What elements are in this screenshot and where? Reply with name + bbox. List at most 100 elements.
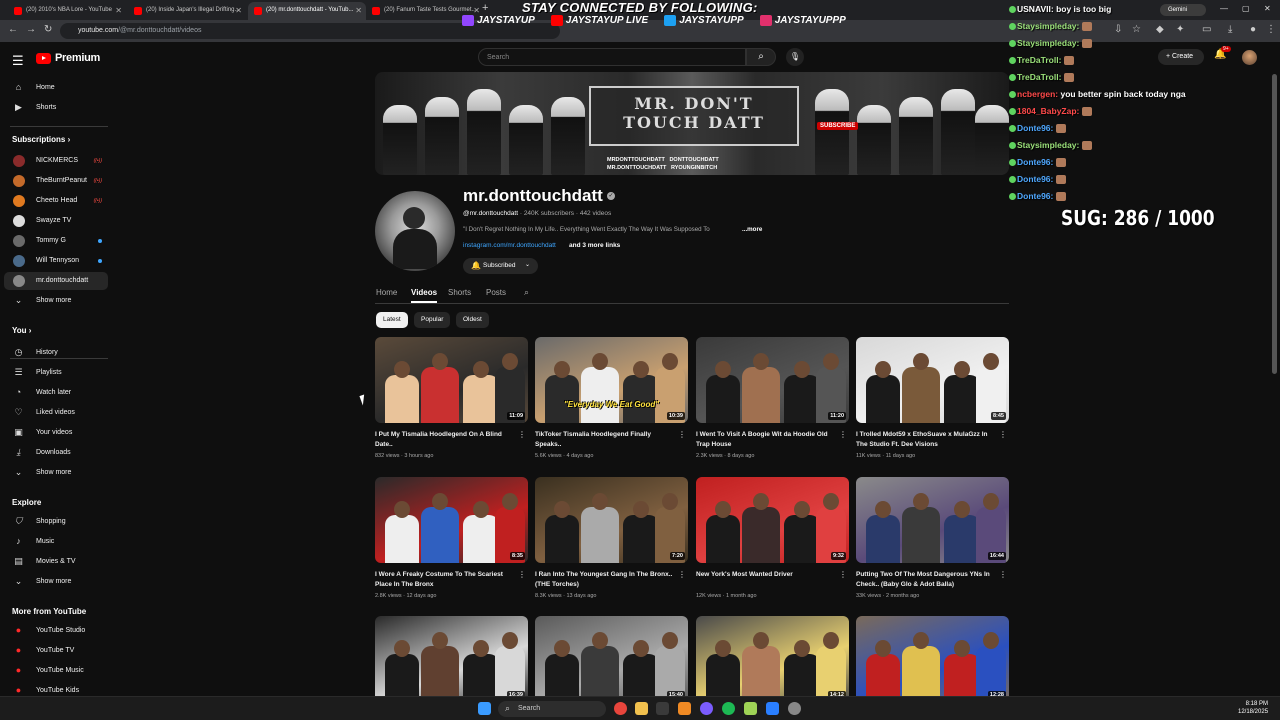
close-tab-icon[interactable]: ✕ bbox=[115, 6, 122, 15]
channel-description[interactable]: "I Don't Regret Nothing In My Life.. Eve… bbox=[463, 226, 710, 233]
tab-home[interactable]: Home bbox=[376, 288, 397, 297]
video-thumbnail[interactable]: 7:20 bbox=[535, 477, 688, 563]
subscriptions-header[interactable]: Subscriptions › bbox=[12, 135, 70, 144]
video-title[interactable]: I Ran Into The Youngest Gang In The Bron… bbox=[535, 570, 675, 589]
windows-start-icon[interactable] bbox=[478, 702, 491, 715]
browser-tab[interactable]: (20) 2010's NBA Lore - YouTube ✕ bbox=[8, 2, 126, 20]
microphone-icon[interactable]: 🎙 bbox=[786, 48, 804, 66]
settings-gear-icon[interactable] bbox=[788, 702, 801, 715]
chip-popular[interactable]: Popular bbox=[414, 312, 451, 328]
sidebar-item-youtube-tv[interactable]: ● YouTube TV bbox=[4, 642, 108, 660]
sidebar-subscription[interactable]: TheBurntPeanut ((•)) bbox=[4, 172, 108, 190]
sidebar-item-watch-later[interactable]: ◔ Watch later bbox=[4, 384, 108, 402]
sidebar-subscription[interactable]: Tommy G bbox=[4, 232, 108, 250]
sidebar-subscription[interactable]: NICKMERCS ((•)) bbox=[4, 152, 108, 170]
more-options-icon[interactable]: ⋮ bbox=[839, 570, 847, 579]
video-title[interactable]: New York's Most Wanted Driver bbox=[696, 570, 836, 589]
page-scrollbar[interactable] bbox=[1272, 74, 1277, 374]
video-title[interactable]: I Trolled Mdot59 x EthoSuave x MulaGzz I… bbox=[856, 430, 996, 449]
chrome-icon[interactable] bbox=[614, 702, 627, 715]
app-icon[interactable] bbox=[766, 702, 779, 715]
sidebar-item-playlists[interactable]: ☰ Playlists bbox=[4, 364, 108, 382]
video-title[interactable]: I Put My Tismalia Hoodlegend On A Blind … bbox=[375, 430, 515, 449]
tab-posts[interactable]: Posts bbox=[486, 288, 506, 297]
browser-tab[interactable]: (20) Inside Japan's Illegal Drifting... ✕ bbox=[128, 2, 246, 20]
show-more-button[interactable]: ⌄ Show more bbox=[4, 292, 108, 310]
sidebar-subscription[interactable]: Cheeto Head ((•)) bbox=[4, 192, 108, 210]
video-thumbnail[interactable]: 8:35 bbox=[375, 477, 528, 563]
back-icon[interactable]: ← bbox=[8, 24, 18, 35]
more-options-icon[interactable]: ⋮ bbox=[839, 430, 847, 439]
video-thumbnail[interactable]: 16:44 bbox=[856, 477, 1009, 563]
chip-oldest[interactable]: Oldest bbox=[456, 312, 489, 328]
video-thumbnail[interactable]: 8:45 bbox=[856, 337, 1009, 423]
more-options-icon[interactable]: ⋮ bbox=[999, 570, 1007, 579]
channel-avatar[interactable] bbox=[375, 191, 455, 271]
video-title[interactable]: TikToker Tismalia Hoodlegend Finally Spe… bbox=[535, 430, 675, 449]
download-icon[interactable]: ⤓ bbox=[1228, 24, 1232, 35]
sidebar-item-youtube-studio[interactable]: ● YouTube Studio bbox=[4, 622, 108, 640]
gemini-button[interactable]: Gemini bbox=[1160, 4, 1206, 16]
sidebar-item-shorts[interactable]: ▶ Shorts bbox=[4, 99, 108, 117]
forward-icon[interactable]: → bbox=[26, 24, 36, 35]
spotify-icon[interactable] bbox=[722, 702, 735, 715]
sidepanel-icon[interactable]: ▭ bbox=[1202, 24, 1211, 35]
sidebar-subscription[interactable]: Swayze TV bbox=[4, 212, 108, 230]
search-input[interactable]: Search bbox=[478, 48, 746, 66]
video-thumbnail[interactable]: "Everyday We Eat Good" 10:39 bbox=[535, 337, 688, 423]
sidebar-item-history[interactable]: ◷ History bbox=[4, 344, 108, 362]
profile-icon[interactable]: ● bbox=[1250, 24, 1256, 35]
you-header[interactable]: You › bbox=[12, 326, 31, 335]
more-options-icon[interactable]: ⋮ bbox=[518, 570, 526, 579]
close-tab-icon[interactable]: ✕ bbox=[235, 6, 242, 15]
video-thumbnail[interactable]: 15:40 bbox=[535, 616, 688, 702]
sidebar-item-home[interactable]: ⌂ Home bbox=[4, 79, 108, 97]
mail-icon[interactable] bbox=[656, 702, 669, 715]
file-explorer-icon[interactable] bbox=[635, 702, 648, 715]
video-thumbnail[interactable]: 16:39 bbox=[375, 616, 528, 702]
video-title[interactable]: I Went To Visit A Boogie Wit da Hoodie O… bbox=[696, 430, 836, 449]
search-icon[interactable]: ⌕ bbox=[746, 48, 776, 66]
subscribed-button[interactable]: 🔔 Subscribed ⌄ bbox=[463, 258, 538, 274]
sidebar-item-your-videos[interactable]: ▣ Your videos bbox=[4, 424, 108, 442]
sidebar-subscription[interactable]: mr.donttouchdatt bbox=[4, 272, 108, 290]
avatar[interactable] bbox=[1242, 50, 1257, 65]
install-app-icon[interactable]: ⇩ bbox=[1114, 24, 1122, 35]
extensions-puzzle-icon[interactable]: ✦ bbox=[1176, 24, 1184, 35]
channel-instagram-link[interactable]: instagram.com/mr.donttouchdatt bbox=[463, 242, 556, 249]
hamburger-menu-icon[interactable]: ☰ bbox=[12, 53, 24, 69]
video-title[interactable]: Putting Two Of The Most Dangerous YNs In… bbox=[856, 570, 996, 589]
browser-menu-icon[interactable]: ⋮ bbox=[1266, 24, 1276, 35]
close-window-icon[interactable]: ✕ bbox=[1264, 4, 1271, 13]
sidebar-item-show-more[interactable]: ⌄ Show more bbox=[4, 464, 108, 482]
more-options-icon[interactable]: ⋮ bbox=[518, 430, 526, 439]
reload-icon[interactable]: ↻ bbox=[44, 24, 52, 35]
more-links-link[interactable]: and 3 more links bbox=[569, 242, 620, 249]
video-thumbnail[interactable]: 14:12 bbox=[696, 616, 849, 702]
app-icon[interactable] bbox=[744, 702, 757, 715]
taskbar-search[interactable]: ⌕ Search bbox=[498, 701, 606, 717]
extension-icon[interactable]: ◆ bbox=[1156, 24, 1164, 35]
sidebar-item-liked-videos[interactable]: ♡ Liked videos bbox=[4, 404, 108, 422]
create-button[interactable]: + Create bbox=[1158, 49, 1204, 65]
youtube-premium-logo[interactable]: Premium bbox=[36, 52, 100, 64]
video-thumbnail[interactable]: 11:09 bbox=[375, 337, 528, 423]
sidebar-item-downloads[interactable]: ⤓ Downloads bbox=[4, 444, 108, 462]
video-thumbnail[interactable]: 9:32 bbox=[696, 477, 849, 563]
more-options-icon[interactable]: ⋮ bbox=[678, 430, 686, 439]
tab-shorts[interactable]: Shorts bbox=[448, 288, 471, 297]
minimize-icon[interactable]: — bbox=[1220, 4, 1228, 13]
more-options-icon[interactable]: ⋮ bbox=[999, 430, 1007, 439]
taskbar-clock[interactable]: 8:18 PM 12/18/2025 bbox=[1238, 700, 1268, 716]
sidebar-item-music[interactable]: ♪ Music bbox=[4, 533, 108, 551]
sidebar-item-show-more[interactable]: ⌄ Show more bbox=[4, 573, 108, 591]
discord-icon[interactable] bbox=[700, 702, 713, 715]
app-icon[interactable] bbox=[678, 702, 691, 715]
sidebar-item-movies-tv[interactable]: ▤ Movies & TV bbox=[4, 553, 108, 571]
bookmark-star-icon[interactable]: ☆ bbox=[1132, 24, 1141, 35]
description-more-link[interactable]: ...more bbox=[742, 226, 762, 233]
browser-tab-active[interactable]: (20) mr.donttouchdatt - YouTub... ✕ bbox=[248, 2, 366, 20]
close-tab-icon[interactable]: ✕ bbox=[355, 6, 362, 15]
tab-videos[interactable]: Videos bbox=[411, 288, 437, 297]
chip-latest[interactable]: Latest bbox=[376, 312, 408, 328]
